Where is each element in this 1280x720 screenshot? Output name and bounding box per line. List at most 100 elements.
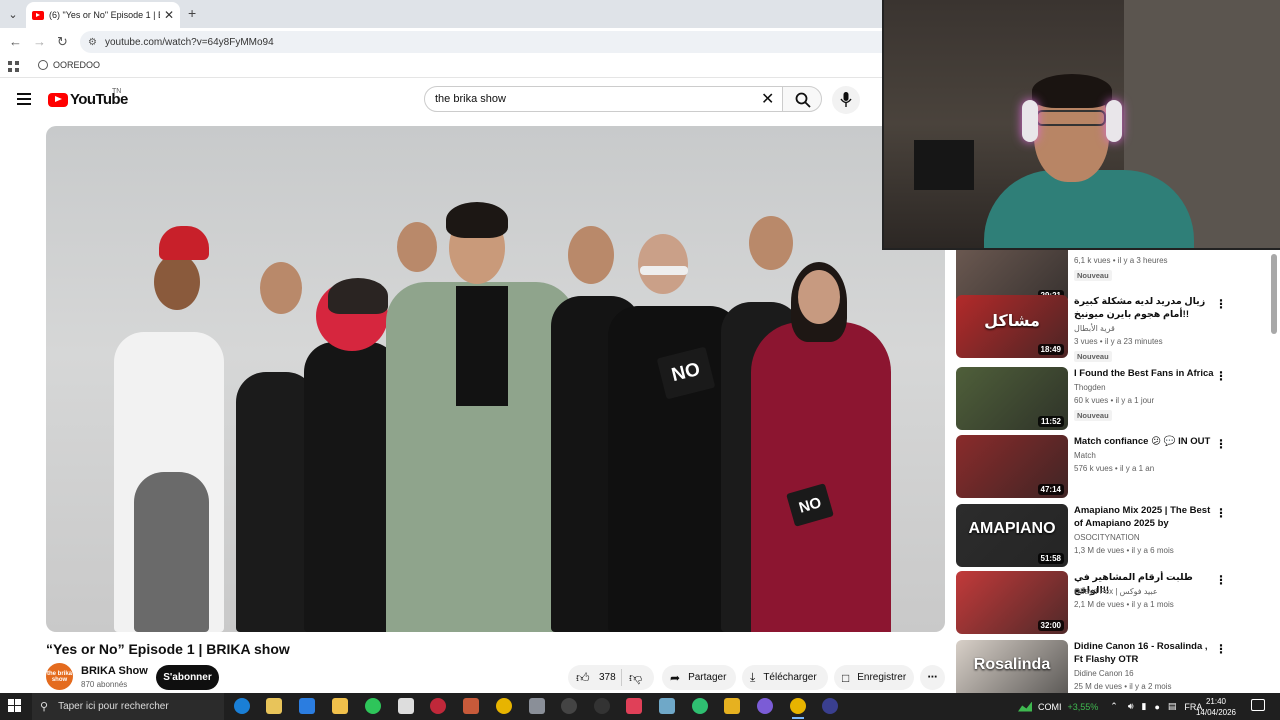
clear-search-icon[interactable]: ✕ xyxy=(761,89,774,109)
app-icon[interactable] xyxy=(659,698,675,714)
voice-search-button[interactable] xyxy=(832,86,860,114)
notification-icon[interactable] xyxy=(1251,699,1265,711)
video-duration: 51:58 xyxy=(1037,553,1064,564)
headset-left-icon xyxy=(1022,100,1038,142)
recommendation-channel[interactable]: Obayd Fox | عبيد فوكس xyxy=(1074,587,1158,596)
file-explorer-icon[interactable] xyxy=(332,698,348,714)
recommendation-title[interactable]: Amapiano Mix 2025 | The Best of Amapiano… xyxy=(1074,504,1214,531)
fur-hat xyxy=(328,278,388,314)
tray-chevron-icon[interactable]: ⌃ xyxy=(1110,701,1118,712)
more-actions-button[interactable]: ⋯ xyxy=(920,665,945,690)
tab-list-chevron-icon[interactable]: ⌄ xyxy=(4,5,22,23)
more-vertical-icon[interactable]: ⋮ xyxy=(1215,297,1227,311)
channel-name[interactable]: BRIKA Show xyxy=(81,665,148,677)
outlook-icon[interactable] xyxy=(299,698,315,714)
person-figure xyxy=(134,472,209,632)
windows-start-icon[interactable] xyxy=(8,699,22,713)
back-arrow-icon[interactable]: ← xyxy=(9,34,22,49)
microphone-icon[interactable]: ● xyxy=(1154,702,1159,712)
app-icon[interactable] xyxy=(724,698,740,714)
document-icon[interactable] xyxy=(398,698,414,714)
recommendation-title[interactable]: Didine Canon 16 - Rosalinda , Ft Flashy … xyxy=(1074,640,1214,666)
like-dislike-group: 👍︎ 378 👎︎ xyxy=(568,665,654,690)
app-icon[interactable] xyxy=(822,698,838,714)
app-icon[interactable] xyxy=(757,698,773,714)
clock[interactable]: 21:40 14/04/2026 xyxy=(1194,696,1238,718)
recommendation-channel[interactable]: Thogden xyxy=(1074,383,1106,392)
recommendation-title[interactable]: زيال مدريد لديه مشكلة كبيرة أمام هجوم با… xyxy=(1074,295,1214,321)
recommendation-title[interactable]: I Found the Best Fans in Africa xyxy=(1074,367,1214,380)
edge-icon[interactable] xyxy=(234,698,250,714)
recommendation-channel[interactable]: Match xyxy=(1074,451,1096,460)
thumbs-down-icon[interactable]: 👎︎ xyxy=(629,670,642,686)
store-icon[interactable] xyxy=(266,698,282,714)
hamburger-menu-icon[interactable] xyxy=(17,93,31,105)
recommendation-title[interactable]: Match confiance 😕 💬 IN OUT xyxy=(1074,435,1214,448)
github-icon[interactable] xyxy=(594,698,610,714)
opera-icon[interactable] xyxy=(430,698,446,714)
video-thumbnail[interactable]: AMAPIANO 51:58 xyxy=(956,504,1068,567)
search-input[interactable]: the brika show xyxy=(424,86,784,112)
download-button[interactable]: ⤓ Télécharger xyxy=(742,665,828,690)
chrome-active-icon[interactable] xyxy=(790,698,806,719)
forward-arrow-icon[interactable]: → xyxy=(33,34,46,49)
thumbs-up-icon[interactable]: 👍︎ xyxy=(576,670,590,686)
recommendation-item[interactable]: 32:00 طلبت أرقام المشاهير في الواقع!! Obay… xyxy=(955,571,1267,635)
recommendation-item[interactable]: 11:52 I Found the Best Fans in Africa Thog… xyxy=(955,367,1267,431)
share-label: Partager xyxy=(688,672,727,683)
more-vertical-icon[interactable]: ⋮ xyxy=(1215,369,1227,383)
video-thumbnail[interactable]: 32:00 xyxy=(956,571,1068,634)
bookmark-ooredoo[interactable]: OOREDOO xyxy=(38,60,100,70)
volume-icon[interactable]: 🔊︎ xyxy=(1128,701,1134,712)
recommendation-channel[interactable]: Didine Canon 16 xyxy=(1074,669,1134,678)
chrome-icon[interactable] xyxy=(496,698,512,714)
share-button[interactable]: ➦ Partager xyxy=(662,665,736,690)
recommendation-item[interactable]: Rosalinda Didine Canon 16 - Rosalinda , F… xyxy=(955,640,1267,693)
mail-icon[interactable] xyxy=(529,698,545,714)
taskbar-search-box[interactable]: ⚲ Taper ici pour rechercher xyxy=(32,693,224,720)
recommendation-item[interactable]: مشاكل 18:49 زيال مدريد لديه مشكلة كبيرة أم… xyxy=(955,295,1267,362)
windows-taskbar: ⚲ Taper ici pour rechercher COMI +3,55% … xyxy=(0,693,1280,720)
taskbar-search-placeholder: Taper ici pour rechercher xyxy=(58,701,169,712)
vivaldi-icon[interactable] xyxy=(626,698,642,714)
tv-screen xyxy=(914,140,974,190)
new-badge: Nouveau xyxy=(1074,351,1112,362)
person-red-dress xyxy=(751,322,891,632)
chatgpt-icon[interactable] xyxy=(561,698,577,714)
youtube-play-logo-icon xyxy=(48,92,68,107)
recommendation-item[interactable]: AMAPIANO 51:58 Amapiano Mix 2025 | The Bes… xyxy=(955,504,1267,568)
app-icon[interactable] xyxy=(463,698,479,714)
video-thumbnail[interactable]: 47:14 xyxy=(956,435,1068,498)
subscribe-button[interactable]: S'abonner xyxy=(156,665,219,690)
video-player[interactable]: NO NO xyxy=(46,126,945,632)
like-count[interactable]: 378 xyxy=(599,672,616,683)
video-thumbnail[interactable]: Rosalinda xyxy=(956,640,1068,693)
recommendation-channel[interactable]: قرية الأبطال xyxy=(1074,324,1115,333)
recommendation-item[interactable]: 47:14 Match confiance 😕 💬 IN OUT Match 576 … xyxy=(955,435,1267,499)
stock-ticker[interactable]: COMI xyxy=(1038,702,1062,712)
new-tab-plus-icon[interactable]: + xyxy=(188,5,196,21)
tab-close-icon[interactable]: ✕ xyxy=(164,8,174,22)
sidebar-scroll-thumb[interactable] xyxy=(1271,254,1277,334)
more-vertical-icon[interactable]: ⋮ xyxy=(1215,506,1227,520)
app-icon[interactable] xyxy=(692,698,708,714)
youtube-logo[interactable]: YouTube TN xyxy=(48,88,128,108)
battery-icon[interactable]: ▮ xyxy=(1142,701,1147,712)
person-head xyxy=(638,234,688,294)
site-settings-icon[interactable]: ⚙ xyxy=(88,37,97,48)
search-button[interactable] xyxy=(782,86,822,112)
more-vertical-icon[interactable]: ⋮ xyxy=(1215,437,1227,451)
save-button[interactable]: □ Enregistrer xyxy=(834,665,914,690)
video-thumbnail[interactable]: 11:52 xyxy=(956,367,1068,430)
video-thumbnail[interactable]: مشاكل 18:49 xyxy=(956,295,1068,358)
recommendation-channel[interactable]: OSOCITYNATION xyxy=(1074,533,1140,542)
channel-avatar[interactable]: the brika show xyxy=(46,663,73,690)
whatsapp-icon[interactable] xyxy=(365,698,381,714)
apps-grid-icon[interactable] xyxy=(8,61,19,72)
more-vertical-icon[interactable]: ⋮ xyxy=(1215,573,1227,587)
recommendation-channel[interactable]: Match xyxy=(1074,250,1096,252)
more-vertical-icon[interactable]: ⋮ xyxy=(1215,642,1227,656)
reload-icon[interactable]: ↻ xyxy=(57,34,68,50)
browser-tab-active[interactable]: (6) "Yes or No" Episode 1 | BRIKA ✕ xyxy=(26,2,180,28)
network-icon[interactable]: ▤ xyxy=(1168,701,1177,712)
